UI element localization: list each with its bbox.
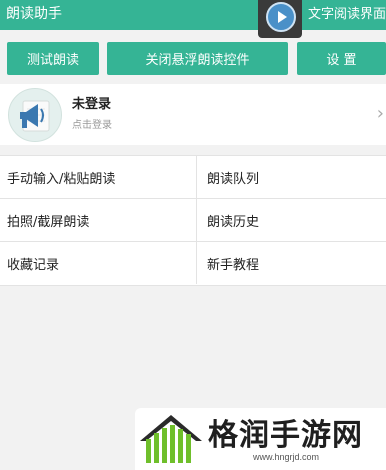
menu-favorites[interactable]: 收藏记录: [0, 242, 197, 284]
watermark-url: www.hngrjd.com: [253, 452, 320, 462]
test-read-button[interactable]: 测试朗读: [7, 42, 99, 75]
close-float-control-button[interactable]: 关闭悬浮朗读控件: [107, 42, 288, 75]
app-header: 朗读助手 文字阅读界面: [0, 0, 386, 30]
app-title: 朗读助手: [6, 6, 62, 22]
menu-read-history[interactable]: 朗读历史: [197, 199, 386, 241]
house-logo-icon: [140, 415, 202, 463]
reading-view-title[interactable]: 文字阅读界面: [308, 3, 386, 22]
menu-read-queue[interactable]: 朗读队列: [197, 156, 386, 198]
megaphone-icon: [20, 100, 50, 132]
action-bar: 测试朗读 关闭悬浮朗读控件 设 置: [0, 42, 386, 75]
menu-manual-input[interactable]: 手动输入/粘贴朗读: [0, 156, 197, 198]
floating-read-control[interactable]: [258, 0, 302, 38]
settings-button[interactable]: 设 置: [297, 42, 386, 75]
site-watermark: 格润手游网 www.hngrjd.com: [135, 408, 386, 470]
menu-photo-screenshot-read[interactable]: 拍照/截屏朗读: [0, 199, 197, 241]
menu-tutorial[interactable]: 新手教程: [197, 242, 386, 284]
avatar[interactable]: [8, 88, 62, 142]
play-icon[interactable]: [266, 2, 296, 32]
login-card[interactable]: 未登录 点击登录 ›: [0, 84, 386, 145]
watermark-brand: 格润手游网: [208, 418, 363, 453]
chevron-right-icon: ›: [376, 103, 384, 124]
login-status: 未登录: [72, 97, 112, 112]
feature-menu: 手动输入/粘贴朗读 朗读队列 拍照/截屏朗读 朗读历史 收藏记录 新手教程: [0, 155, 386, 286]
login-hint: 点击登录: [72, 120, 112, 131]
